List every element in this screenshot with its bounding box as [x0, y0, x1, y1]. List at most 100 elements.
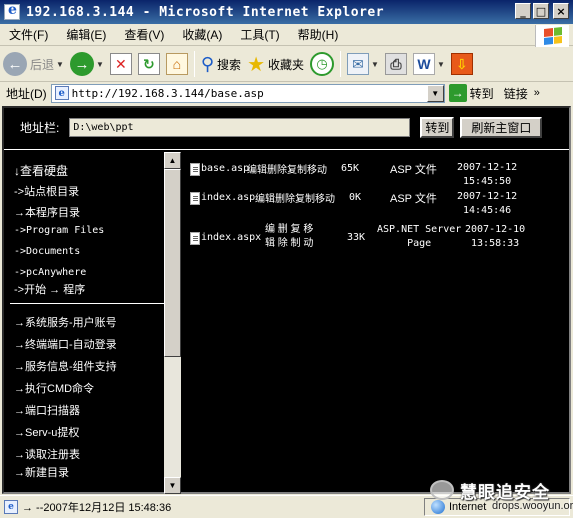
divider [4, 149, 569, 150]
favorites-button[interactable]: ★ 收藏夹 [244, 49, 307, 79]
left-scrollbar[interactable]: ▲ ▼ [164, 152, 181, 494]
file-type: ASP 文件 [390, 193, 437, 205]
home-icon: ⌂ [165, 53, 188, 75]
chevron-down-icon[interactable]: ▼ [56, 60, 64, 69]
file-size: 65K [341, 163, 360, 174]
path-go-button[interactable]: 转到 [420, 116, 455, 138]
page-content: 地址栏: D:\web\ppt 转到 刷新主窗口 ↓查看硬盘 ->站点根目录 →… [2, 106, 571, 494]
title-bar: 192.168.3.144 - Microsoft Internet Explo… [0, 0, 573, 24]
links-chevron-icon[interactable]: » [534, 87, 540, 99]
file-icon [190, 163, 200, 176]
back-button[interactable]: ← 后退 ▼ [0, 49, 67, 79]
status-text: → --2007年12月12日 15:48:36 [22, 502, 172, 514]
scroll-down-icon[interactable]: ▼ [164, 477, 181, 494]
file-date: 2007-12-12 15:45:50 [457, 162, 518, 187]
chevron-down-icon[interactable]: ▼ [96, 60, 104, 69]
go-label: 转到 [469, 86, 494, 101]
watermark: 慧眼追安全 drops.wooyun.org [430, 478, 573, 514]
file-row: base.asp 编辑删除复制移动 65K ASP 文件 2007-12-12 1… [187, 160, 567, 192]
maximize-button[interactable]: □ [533, 3, 549, 19]
nav-terminal-port[interactable]: →终端端口-自动登录 [14, 336, 117, 352]
forward-arrow-icon: → [69, 52, 94, 76]
address-url[interactable]: http://192.168.3.144/base.asp [72, 87, 264, 100]
back-arrow-icon: ← [3, 52, 27, 76]
history-icon: ◷ [310, 52, 335, 76]
nav-service-info[interactable]: →服务信息-组件支持 [14, 358, 117, 374]
nav-pcanywhere[interactable]: ->pcAnywhere [14, 267, 86, 278]
file-name[interactable]: index.aspx [201, 232, 261, 243]
ie-icon [4, 2, 20, 20]
menu-tools[interactable]: 工具(T) [231, 26, 288, 43]
forward-button[interactable]: → ▼ [67, 49, 107, 79]
file-date: 2007-12-12 14:45:46 [457, 191, 518, 216]
nav-view-disk[interactable]: ↓查看硬盘 [14, 162, 68, 179]
history-button[interactable]: ◷ [307, 49, 337, 79]
file-list: base.asp 编辑删除复制移动 65K ASP 文件 2007-12-12 1… [187, 152, 567, 332]
file-actions[interactable]: 编辑删除复制移动 [255, 190, 335, 205]
nav-site-root[interactable]: ->站点根目录 [14, 183, 79, 199]
refresh-main-button[interactable]: 刷新主窗口 [460, 116, 543, 138]
nav-read-registry[interactable]: →读取注册表 [14, 446, 80, 462]
print-button[interactable]: ⎙ [382, 49, 410, 79]
mail-button[interactable]: ✉ ▼ [344, 49, 382, 79]
menu-help[interactable]: 帮助(H) [289, 26, 348, 43]
refresh-button[interactable]: ↻ [135, 49, 163, 79]
toolbar: ← 后退 ▼ → ▼ ✕ ↻ ⌂ ⚲ 搜索 ★ 收藏夹 ◷ ✉ ▼ ⎙ W ▼ … [0, 47, 573, 82]
path-input[interactable]: D:\web\ppt [69, 117, 411, 137]
chevron-down-icon[interactable]: ▼ [371, 60, 379, 69]
file-actions[interactable]: 编辑删除复制移动 [247, 161, 327, 176]
stop-button[interactable]: ✕ [107, 49, 135, 79]
nav-program-dir[interactable]: →本程序目录 [14, 204, 80, 220]
page-status-icon: e [4, 500, 18, 514]
menu-bar: 文件(F) 编辑(E) 查看(V) 收藏(A) 工具(T) 帮助(H) [0, 24, 573, 47]
home-button[interactable]: ⌂ [163, 49, 191, 79]
nav-port-scanner[interactable]: →端口扫描器 [14, 402, 80, 418]
edit-button[interactable]: W ▼ [410, 49, 448, 79]
nav-start-programs[interactable]: ->开始 → 程序 [14, 281, 85, 297]
links-label[interactable]: 链接 [504, 85, 528, 102]
file-type: ASP.NET Server Page [377, 224, 462, 249]
close-button[interactable]: × [553, 3, 569, 19]
search-label: 搜索 [217, 57, 242, 72]
path-label: 地址栏: [20, 120, 60, 135]
chevron-down-icon[interactable]: ▼ [437, 60, 445, 69]
toolbar-separator [340, 51, 342, 77]
scroll-up-icon[interactable]: ▲ [164, 152, 181, 169]
nav-run-cmd[interactable]: →执行CMD命令 [14, 380, 94, 396]
stop-icon: ✕ [109, 53, 132, 75]
file-actions[interactable]: 编 删 复 移辑 除 制 动 [265, 223, 313, 251]
menu-edit[interactable]: 编辑(E) [57, 26, 115, 43]
file-name[interactable]: index.asp [201, 192, 255, 203]
toolbar-separator [193, 51, 195, 77]
nav-divider [10, 303, 164, 304]
menu-file[interactable]: 文件(F) [0, 26, 57, 43]
windows-logo-icon [535, 25, 569, 47]
minimize-button[interactable]: _ [515, 3, 531, 19]
nav-system-services[interactable]: →系统服务-用户账号 [14, 314, 117, 330]
address-label: 地址(D) [6, 86, 47, 101]
search-button[interactable]: ⚲ 搜索 [198, 49, 244, 79]
address-input[interactable]: e http://192.168.3.144/base.asp ▼ [50, 83, 445, 103]
nav-documents[interactable]: ->Documents [14, 246, 80, 257]
scroll-thumb[interactable] [164, 169, 181, 357]
path-form: 地址栏: D:\web\ppt 转到 刷新主窗口 [4, 108, 569, 146]
chevron-down-icon[interactable]: ▼ [426, 84, 444, 102]
file-size: 33K [347, 232, 366, 243]
file-row: index.aspx 编 删 复 移辑 除 制 动 33K ASP.NET Se… [187, 222, 567, 254]
file-icon [190, 232, 200, 245]
watermark-url: drops.wooyun.org [492, 500, 573, 512]
discuss-button[interactable]: ⇩ [448, 49, 476, 79]
nav-new-dir[interactable]: →新建目录 [14, 464, 69, 480]
menu-view[interactable]: 查看(V) [115, 26, 173, 43]
go-button[interactable]: → 转到 [448, 84, 494, 102]
file-name[interactable]: base.asp [201, 163, 249, 174]
ie-page-icon: e [54, 86, 69, 100]
nav-program-files[interactable]: ->Program Files [14, 225, 104, 236]
menu-favorites[interactable]: 收藏(A) [173, 26, 231, 43]
back-label: 后退 [30, 57, 55, 72]
word-icon: W [412, 53, 435, 75]
left-nav: ↓查看硬盘 ->站点根目录 →本程序目录 ->Program Files ->D… [4, 152, 164, 494]
file-type: ASP 文件 [390, 164, 437, 176]
nav-servu[interactable]: →Serv-u提权 [14, 424, 79, 440]
search-icon: ⚲ [200, 53, 215, 74]
